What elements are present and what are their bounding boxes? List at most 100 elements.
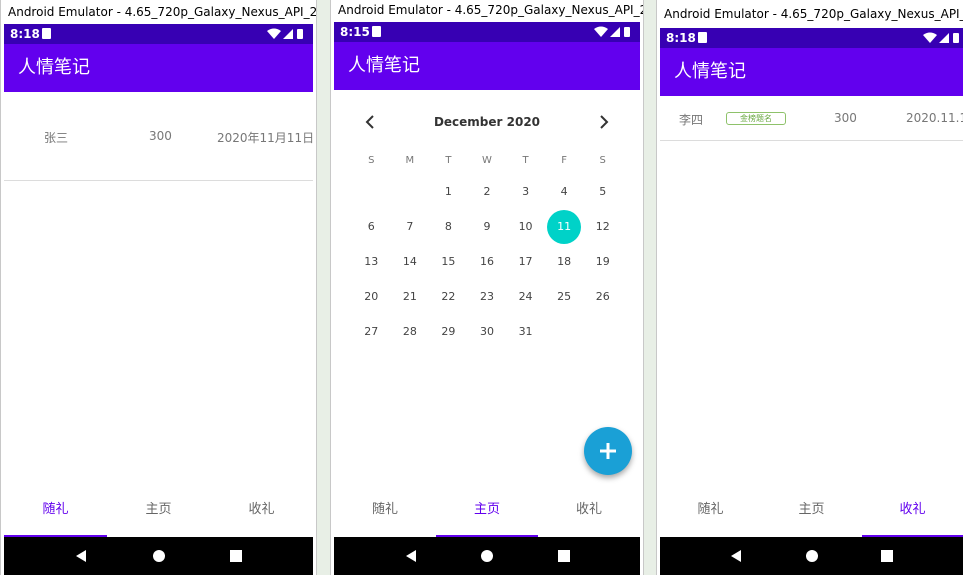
weekday-header: S (368, 155, 375, 166)
device-screen: 8:15 人情笔记 December 2020 SMTWTFS123456789… (334, 22, 640, 575)
calendar-day[interactable]: 11 (545, 209, 584, 244)
bottom-navigation: 随礼 主页 收礼 (660, 487, 963, 537)
calendar-day-label: 21 (402, 290, 417, 303)
system-nav-bar (4, 537, 313, 575)
tab-gift-received[interactable]: 收礼 (210, 487, 313, 537)
status-icons (594, 26, 630, 37)
calendar-day[interactable]: 2 (468, 174, 507, 209)
back-icon[interactable] (74, 549, 88, 563)
calendar-day-label: 23 (479, 290, 494, 303)
status-time: 8:18 (666, 31, 696, 45)
tab-gift-received[interactable]: 收礼 (862, 487, 963, 537)
calendar-day-label: 15 (441, 255, 456, 268)
calendar-header: December 2020 (334, 110, 640, 134)
calendar-day[interactable]: 25 (545, 279, 584, 314)
calendar-day[interactable]: 6 (352, 209, 391, 244)
calendar-day-label: 6 (367, 220, 375, 233)
home-icon[interactable] (805, 549, 819, 563)
add-button[interactable] (584, 427, 632, 475)
tab-gift-received[interactable]: 收礼 (538, 487, 640, 537)
window-title: Android Emulator - 4.65_720p_Galaxy_Nexu… (1, 0, 316, 24)
calendar-day[interactable]: 28 (391, 314, 430, 349)
list-item-name: 李四 (679, 113, 704, 127)
recents-icon[interactable] (229, 550, 242, 563)
calendar-day[interactable]: 15 (429, 244, 468, 279)
list-item[interactable]: 李四 金榜题名 300 2020.11.11 (660, 96, 963, 141)
tab-gift-given[interactable]: 随礼 (334, 487, 436, 537)
recents-icon[interactable] (557, 550, 570, 563)
back-icon[interactable] (404, 549, 418, 563)
list-item[interactable]: 张三 300 2020年11月11日 (4, 92, 313, 181)
calendar-day[interactable]: 23 (468, 279, 507, 314)
signal-icon (939, 33, 949, 43)
home-icon[interactable] (480, 549, 494, 563)
tab-home[interactable]: 主页 (436, 487, 538, 537)
calendar-day[interactable]: 19 (583, 244, 622, 279)
weekday-header: T (445, 155, 452, 166)
calendar-day[interactable]: 29 (429, 314, 468, 349)
calendar-day[interactable]: 4 (545, 174, 584, 209)
signal-icon (283, 29, 293, 39)
calendar-day[interactable]: 27 (352, 314, 391, 349)
tab-gift-given[interactable]: 随礼 (4, 487, 107, 537)
app-title: 人情笔记 (348, 55, 420, 76)
calendar-day[interactable]: 5 (583, 174, 622, 209)
device-screen: 8:18 人情笔记 李四 金榜题名 300 2020.11.11 随礼 主页 收… (660, 28, 963, 575)
calendar-day[interactable]: 31 (506, 314, 545, 349)
calendar-day-label: 19 (595, 255, 610, 268)
signal-icon (610, 27, 620, 37)
calendar-day[interactable]: 8 (429, 209, 468, 244)
window-title: Android Emulator - 4.65_720p_Galaxy_Nexu… (331, 0, 643, 22)
tab-home[interactable]: 主页 (761, 487, 862, 537)
calendar-day[interactable]: 13 (352, 244, 391, 279)
wifi-icon (594, 26, 608, 37)
status-icons (267, 28, 303, 39)
calendar-day-label: 11 (547, 210, 582, 244)
calendar-day-label: 4 (560, 185, 568, 198)
device-screen: 8:18 人情笔记 张三 300 2020年11月11日 随礼 主页 收礼 (4, 24, 313, 575)
emulator-window-1: Android Emulator - 4.65_720p_Galaxy_Nexu… (0, 0, 317, 575)
list-item-amount: 300 (834, 111, 857, 125)
calendar-day[interactable]: 14 (391, 244, 430, 279)
calendar-day[interactable]: 22 (429, 279, 468, 314)
recents-icon[interactable] (881, 550, 894, 563)
calendar-day[interactable]: 21 (391, 279, 430, 314)
calendar-day-label: 13 (364, 255, 379, 268)
calendar-day-label: 30 (479, 325, 494, 338)
weekday-header: T (522, 155, 529, 166)
calendar-day[interactable]: 1 (429, 174, 468, 209)
calendar-day-label: 8 (444, 220, 452, 233)
calendar-day-label: 28 (402, 325, 417, 338)
calendar-empty-cell (391, 174, 430, 209)
calendar-day-label: 29 (441, 325, 456, 338)
calendar-day[interactable]: 7 (391, 209, 430, 244)
home-icon[interactable] (152, 549, 166, 563)
calendar-day[interactable]: 3 (506, 174, 545, 209)
calendar-view: December 2020 S M T W T F S 1 2 3 4 5 6 7 8 9 10 11 12 13 14… (334, 90, 640, 487)
calendar-day[interactable]: 10 (506, 209, 545, 244)
app-title: 人情笔记 (674, 61, 746, 82)
calendar-day[interactable]: 26 (583, 279, 622, 314)
back-icon[interactable] (729, 549, 743, 563)
list-item-amount: 300 (149, 129, 172, 143)
calendar-empty-cell (352, 174, 391, 209)
emulator-window-2: Android Emulator - 4.65_720p_Galaxy_Nexu… (330, 0, 644, 575)
tab-home[interactable]: 主页 (107, 487, 210, 537)
calendar-day[interactable]: 16 (468, 244, 507, 279)
calendar-day[interactable]: 9 (468, 209, 507, 244)
app-bar: 人情笔记 (660, 48, 963, 96)
calendar-day[interactable]: 20 (352, 279, 391, 314)
calendar-day[interactable]: 24 (506, 279, 545, 314)
calendar-day[interactable]: 12 (583, 209, 622, 244)
calendar-day[interactable]: 17 (506, 244, 545, 279)
status-icons (923, 32, 959, 43)
app-title: 人情笔记 (18, 57, 90, 78)
chevron-right-icon[interactable] (594, 112, 614, 132)
desktop-background (316, 0, 330, 575)
calendar-day[interactable]: 30 (468, 314, 507, 349)
weekday-header: S (599, 155, 606, 166)
calendar-day[interactable]: 18 (545, 244, 584, 279)
calendar-day-label: 5 (599, 185, 607, 198)
tab-gift-given[interactable]: 随礼 (660, 487, 761, 537)
battery-icon (297, 29, 303, 39)
